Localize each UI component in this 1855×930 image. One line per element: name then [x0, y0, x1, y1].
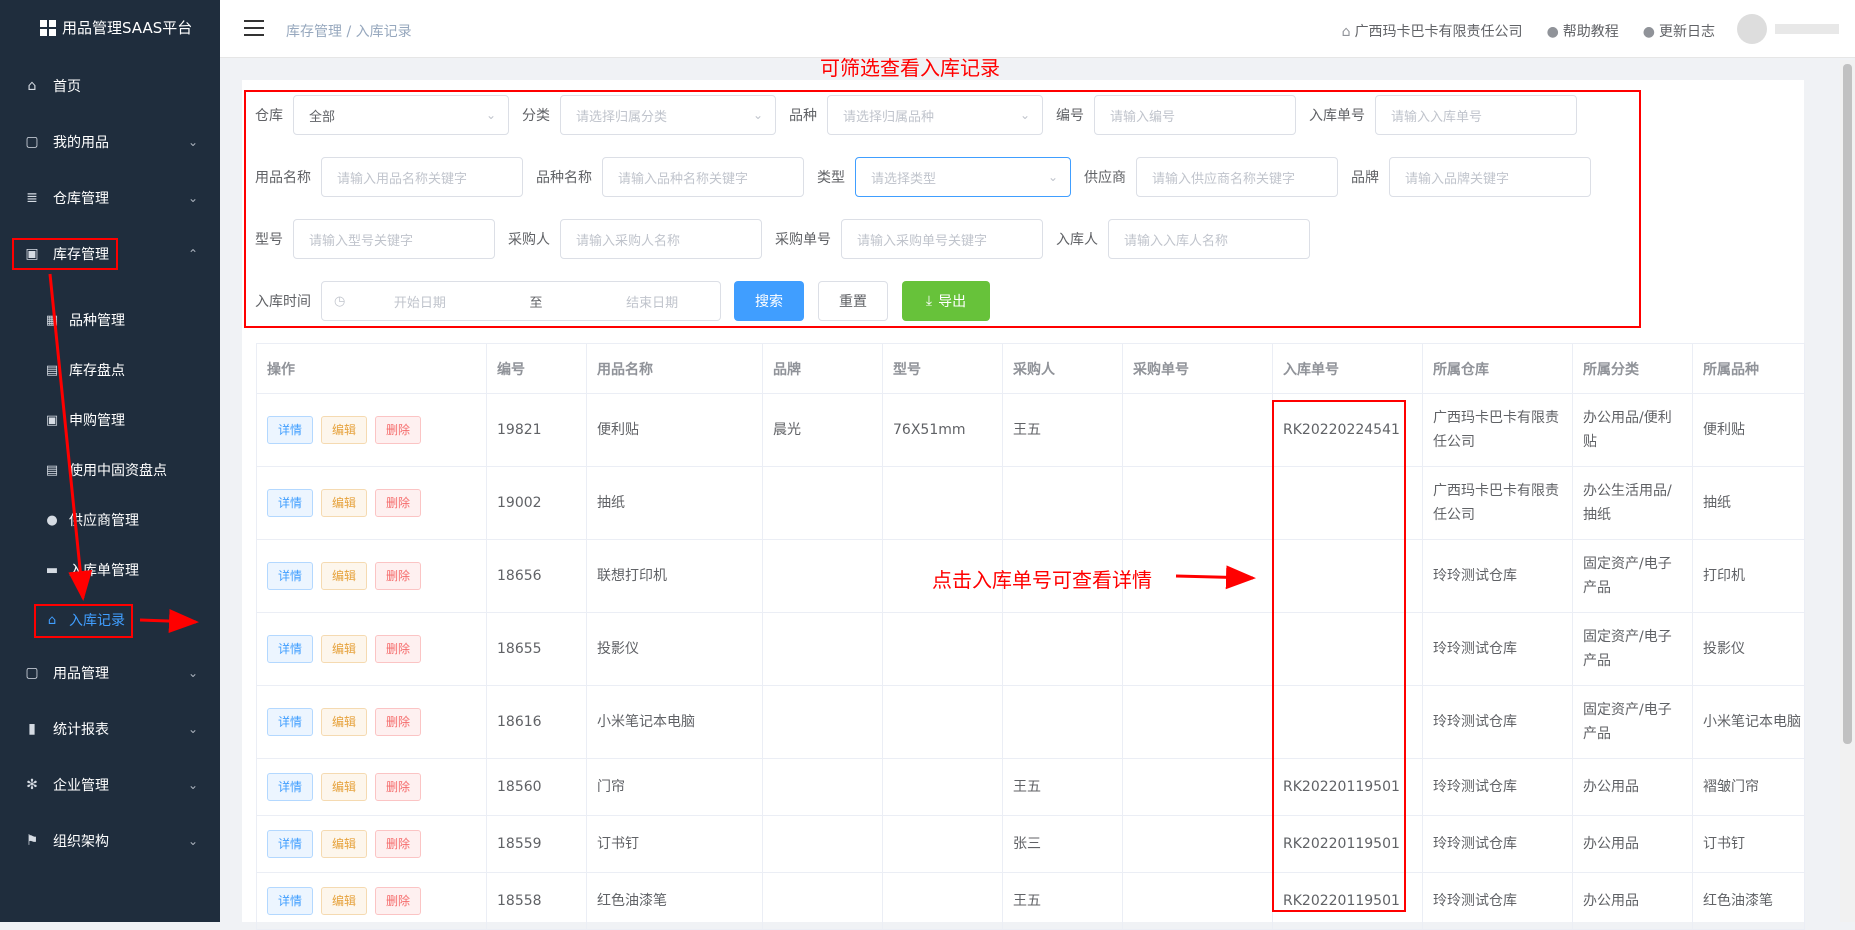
- arrow-to-inbound-no: [1175, 565, 1256, 590]
- annotation-arrows: [48, 273, 1256, 634]
- arrow-right: [139, 609, 199, 634]
- arrow-to-inbound-record: [48, 273, 93, 601]
